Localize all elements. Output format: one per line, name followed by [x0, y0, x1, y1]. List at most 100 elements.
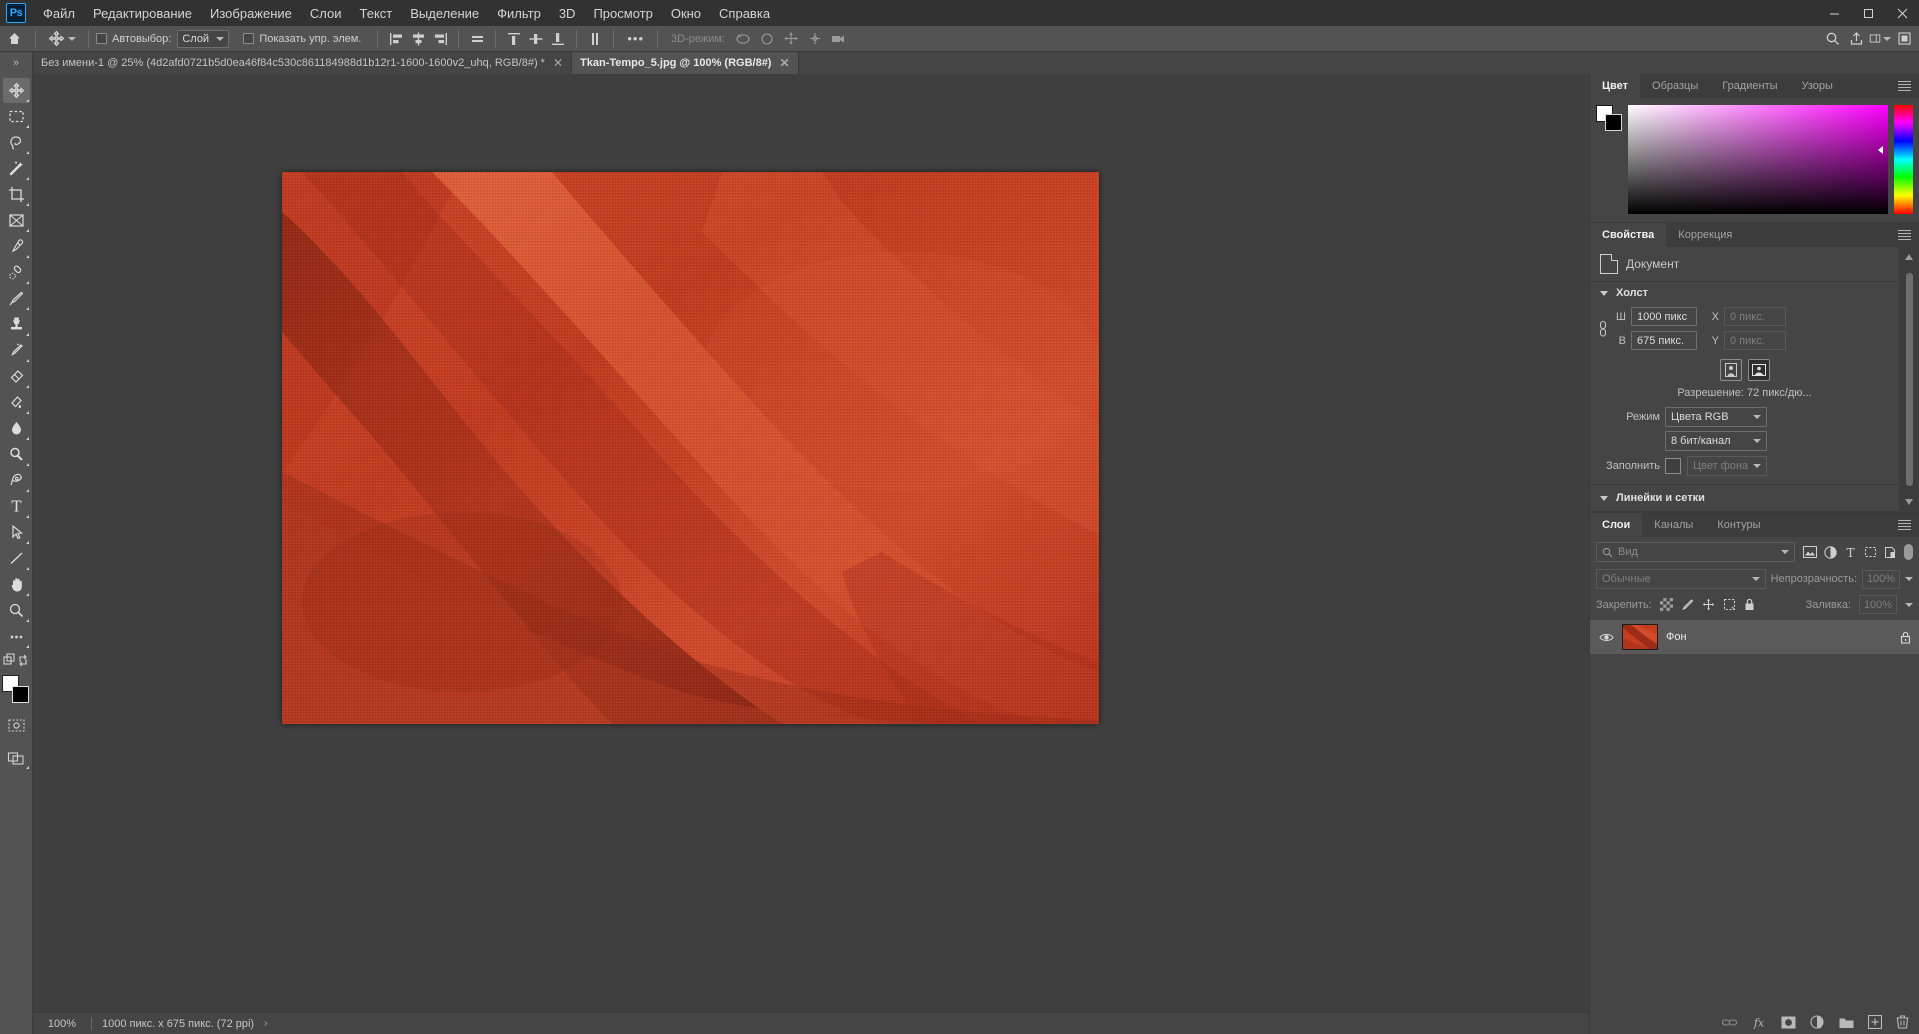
close-icon[interactable]: ✕ [553, 56, 563, 70]
tab-layers[interactable]: Слои [1590, 513, 1643, 537]
zoom-level[interactable]: 100% [33, 1018, 91, 1030]
new-layer-icon[interactable] [1868, 1015, 1882, 1029]
roll-3d-icon[interactable] [755, 29, 779, 49]
menu-item-select[interactable]: Выделение [401, 2, 488, 25]
align-top-edges-button[interactable] [503, 29, 525, 49]
screen-mode-button[interactable] [3, 745, 30, 770]
canvas-x-input[interactable]: 0 пикс. [1724, 307, 1786, 326]
clone-stamp-tool[interactable] [3, 312, 30, 337]
autoselect-scope-select[interactable]: Слой [177, 29, 230, 48]
search-icon[interactable] [1821, 29, 1843, 49]
active-tool-preset[interactable] [43, 30, 81, 47]
align-left-edges-button[interactable] [385, 29, 407, 49]
autoselect-checkbox-group[interactable]: Автовыбор: [96, 33, 171, 45]
history-brush-tool[interactable] [3, 338, 30, 363]
layers-panel-menu-button[interactable] [1898, 513, 1911, 537]
hue-slider[interactable] [1894, 105, 1913, 214]
default-colors-and-swap-group[interactable] [3, 650, 30, 670]
menu-item-layers[interactable]: Слои [301, 2, 351, 25]
workspace-switcher-icon[interactable] [1869, 29, 1891, 49]
plugins-icon[interactable] [1893, 29, 1915, 49]
more-options-button[interactable]: ••• [621, 31, 650, 46]
delete-layer-icon[interactable] [1896, 1015, 1909, 1029]
adjustment-layer-icon[interactable] [1810, 1014, 1825, 1030]
lock-transparency-icon[interactable] [1659, 598, 1673, 611]
lock-image-pixels-icon[interactable] [1681, 598, 1694, 611]
filter-toggle-switch[interactable] [1904, 544, 1913, 560]
line-tool[interactable] [3, 546, 30, 571]
dodge-tool[interactable] [3, 442, 30, 467]
opacity-caret-icon[interactable] [1905, 577, 1913, 581]
align-vertical-centers-button[interactable] [525, 29, 547, 49]
color-panel-swatches[interactable] [1596, 105, 1622, 131]
layer-row-background[interactable]: Фон [1590, 620, 1919, 654]
gradient-tool[interactable] [3, 390, 30, 415]
maximize-button[interactable] [1851, 0, 1885, 26]
zoom-tool[interactable] [3, 598, 30, 623]
canvas-height-input[interactable]: 675 пикс. [1631, 331, 1697, 350]
bit-depth-select[interactable]: 8 бит/канал [1665, 431, 1767, 451]
tab-swatches[interactable]: Образцы [1640, 74, 1710, 98]
filter-pixel-icon[interactable] [1803, 546, 1817, 558]
layer-mask-icon[interactable] [1781, 1016, 1796, 1029]
distribute-vertical-button[interactable] [584, 29, 606, 49]
menu-item-window[interactable]: Окно [662, 2, 710, 25]
filter-smart-object-icon[interactable] [1884, 546, 1896, 559]
color-mode-select[interactable]: Цвета RGB [1665, 407, 1767, 427]
layer-lock-icon[interactable] [1900, 631, 1911, 644]
lock-all-icon[interactable] [1744, 598, 1755, 611]
align-bottom-edges-button[interactable] [547, 29, 569, 49]
blend-mode-select[interactable]: Обычные [1596, 569, 1766, 589]
pan-3d-icon[interactable] [779, 29, 803, 49]
document-tab-untitled[interactable]: Без имени-1 @ 25% (4d2afd0721b5d0ea46f84… [33, 52, 573, 74]
fill-color-swatch[interactable] [1665, 458, 1681, 474]
tab-gradients[interactable]: Градиенты [1710, 74, 1789, 98]
fill-type-select[interactable]: Цвет фона [1687, 456, 1767, 476]
layer-name[interactable]: Фон [1666, 631, 1892, 643]
menu-item-text[interactable]: Текст [351, 2, 402, 25]
layer-visibility-toggle[interactable] [1598, 632, 1614, 643]
new-group-icon[interactable] [1839, 1016, 1854, 1029]
tab-channels[interactable]: Каналы [1642, 513, 1705, 537]
eraser-tool[interactable] [3, 364, 30, 389]
panel-expander-button[interactable]: » [0, 52, 33, 74]
eyedropper-tool[interactable] [3, 234, 30, 259]
canvas-viewport[interactable] [33, 74, 1589, 1012]
scrollbar-thumb[interactable] [1905, 273, 1913, 486]
camera-3d-icon[interactable] [827, 29, 851, 49]
hand-tool[interactable] [3, 572, 30, 597]
show-controls-checkbox[interactable] [243, 33, 255, 44]
tab-properties[interactable]: Свойства [1590, 223, 1667, 247]
opacity-input[interactable]: 100% [1862, 569, 1900, 589]
home-button[interactable] [0, 31, 28, 46]
canvas-y-input[interactable]: 0 пикс. [1724, 331, 1786, 350]
path-selection-tool[interactable] [3, 520, 30, 545]
pen-tool[interactable] [3, 468, 30, 493]
landscape-orientation-button[interactable] [1747, 359, 1770, 381]
layer-filter-select[interactable]: Вид [1596, 542, 1795, 562]
move-tool[interactable] [2, 78, 30, 103]
image-canvas[interactable] [282, 172, 1099, 724]
menu-item-3d[interactable]: 3D [550, 2, 585, 25]
background-color-swatch[interactable] [12, 686, 29, 703]
show-controls-checkbox-group[interactable]: Показать упр. элем. [243, 33, 361, 45]
fx-icon[interactable]: fx [1751, 1016, 1767, 1029]
portrait-orientation-button[interactable] [1719, 359, 1742, 381]
close-button[interactable] [1885, 0, 1919, 26]
status-expand-arrow-icon[interactable]: › [264, 1018, 267, 1029]
slide-3d-icon[interactable] [803, 29, 827, 49]
crop-tool[interactable] [3, 182, 30, 207]
rectangular-marquee-tool[interactable] [3, 104, 30, 129]
lock-nesting-icon[interactable] [1723, 598, 1736, 611]
color-swatches[interactable] [1, 675, 31, 705]
menu-item-image[interactable]: Изображение [201, 2, 301, 25]
distribute-horizontal-button[interactable] [466, 29, 488, 49]
tab-color[interactable]: Цвет [1590, 74, 1641, 98]
menu-item-help[interactable]: Справка [710, 2, 779, 25]
canvas-section-header[interactable]: Холст [1590, 282, 1899, 304]
link-layers-icon[interactable] [1722, 1017, 1737, 1028]
lock-position-icon[interactable] [1702, 598, 1715, 611]
fill-caret-icon[interactable] [1905, 602, 1913, 607]
canvas-width-input[interactable]: 1000 пикс [1631, 307, 1697, 326]
healing-brush-tool[interactable] [3, 260, 30, 285]
